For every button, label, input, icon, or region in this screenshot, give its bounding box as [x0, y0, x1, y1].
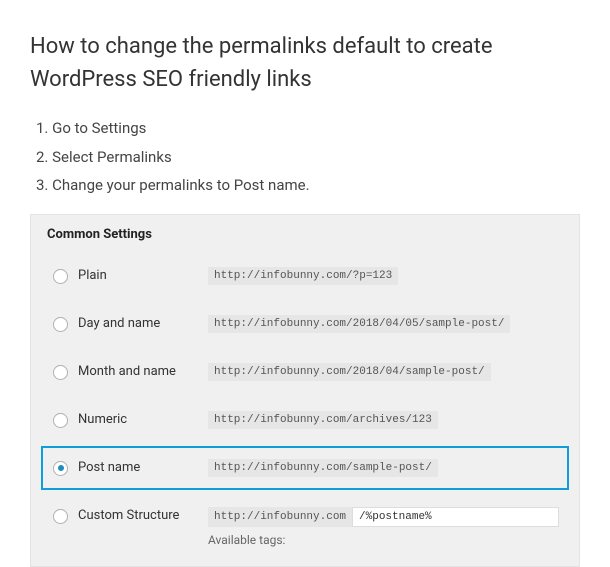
radio-day-and-name[interactable] — [53, 317, 68, 332]
option-url: http://infobunny.com/2018/04/05/sample-p… — [208, 315, 510, 333]
radio-custom-structure[interactable] — [53, 509, 68, 524]
option-custom-structure[interactable]: Custom Structure http://infobunny.com Av… — [41, 494, 569, 560]
option-label: Plain — [68, 267, 208, 283]
option-label: Month and name — [68, 363, 208, 379]
radio-plain[interactable] — [53, 269, 68, 284]
steps-list: 1. Go to Settings 2. Select Permalinks 3… — [30, 114, 580, 200]
option-url: http://infobunny.com/2018/04/sample-post… — [208, 363, 491, 381]
step-item: 1. Go to Settings — [36, 114, 580, 143]
available-tags-label: Available tags: — [208, 533, 559, 547]
step-item: 2. Select Permalinks — [36, 143, 580, 172]
radio-post-name[interactable] — [53, 461, 68, 476]
custom-base-url: http://infobunny.com — [208, 507, 352, 527]
custom-structure-group: http://infobunny.com Available tags: — [208, 507, 559, 547]
option-url: http://infobunny.com/sample-post/ — [208, 459, 438, 477]
option-numeric[interactable]: Numeric http://infobunny.com/archives/12… — [41, 398, 569, 442]
radio-numeric[interactable] — [53, 413, 68, 428]
page-heading: How to change the permalinks default to … — [30, 30, 580, 96]
article-body: How to change the permalinks default to … — [0, 0, 610, 567]
panel-header: Common Settings — [41, 223, 569, 254]
custom-structure-input[interactable] — [352, 507, 559, 527]
option-month-and-name[interactable]: Month and name http://infobunny.com/2018… — [41, 350, 569, 394]
option-label: Numeric — [68, 411, 208, 427]
option-label: Custom Structure — [68, 507, 208, 523]
option-post-name[interactable]: Post name http://infobunny.com/sample-po… — [41, 446, 569, 490]
permalink-settings-panel: Common Settings Plain http://infobunny.c… — [30, 214, 580, 567]
option-label: Day and name — [68, 315, 208, 331]
option-plain[interactable]: Plain http://infobunny.com/?p=123 — [41, 254, 569, 298]
option-url: http://infobunny.com/?p=123 — [208, 267, 398, 285]
option-label: Post name — [68, 459, 208, 475]
option-url: http://infobunny.com/archives/123 — [208, 411, 438, 429]
radio-month-and-name[interactable] — [53, 365, 68, 380]
option-day-and-name[interactable]: Day and name http://infobunny.com/2018/0… — [41, 302, 569, 346]
step-item: 3. Change your permalinks to Post name. — [36, 171, 580, 200]
